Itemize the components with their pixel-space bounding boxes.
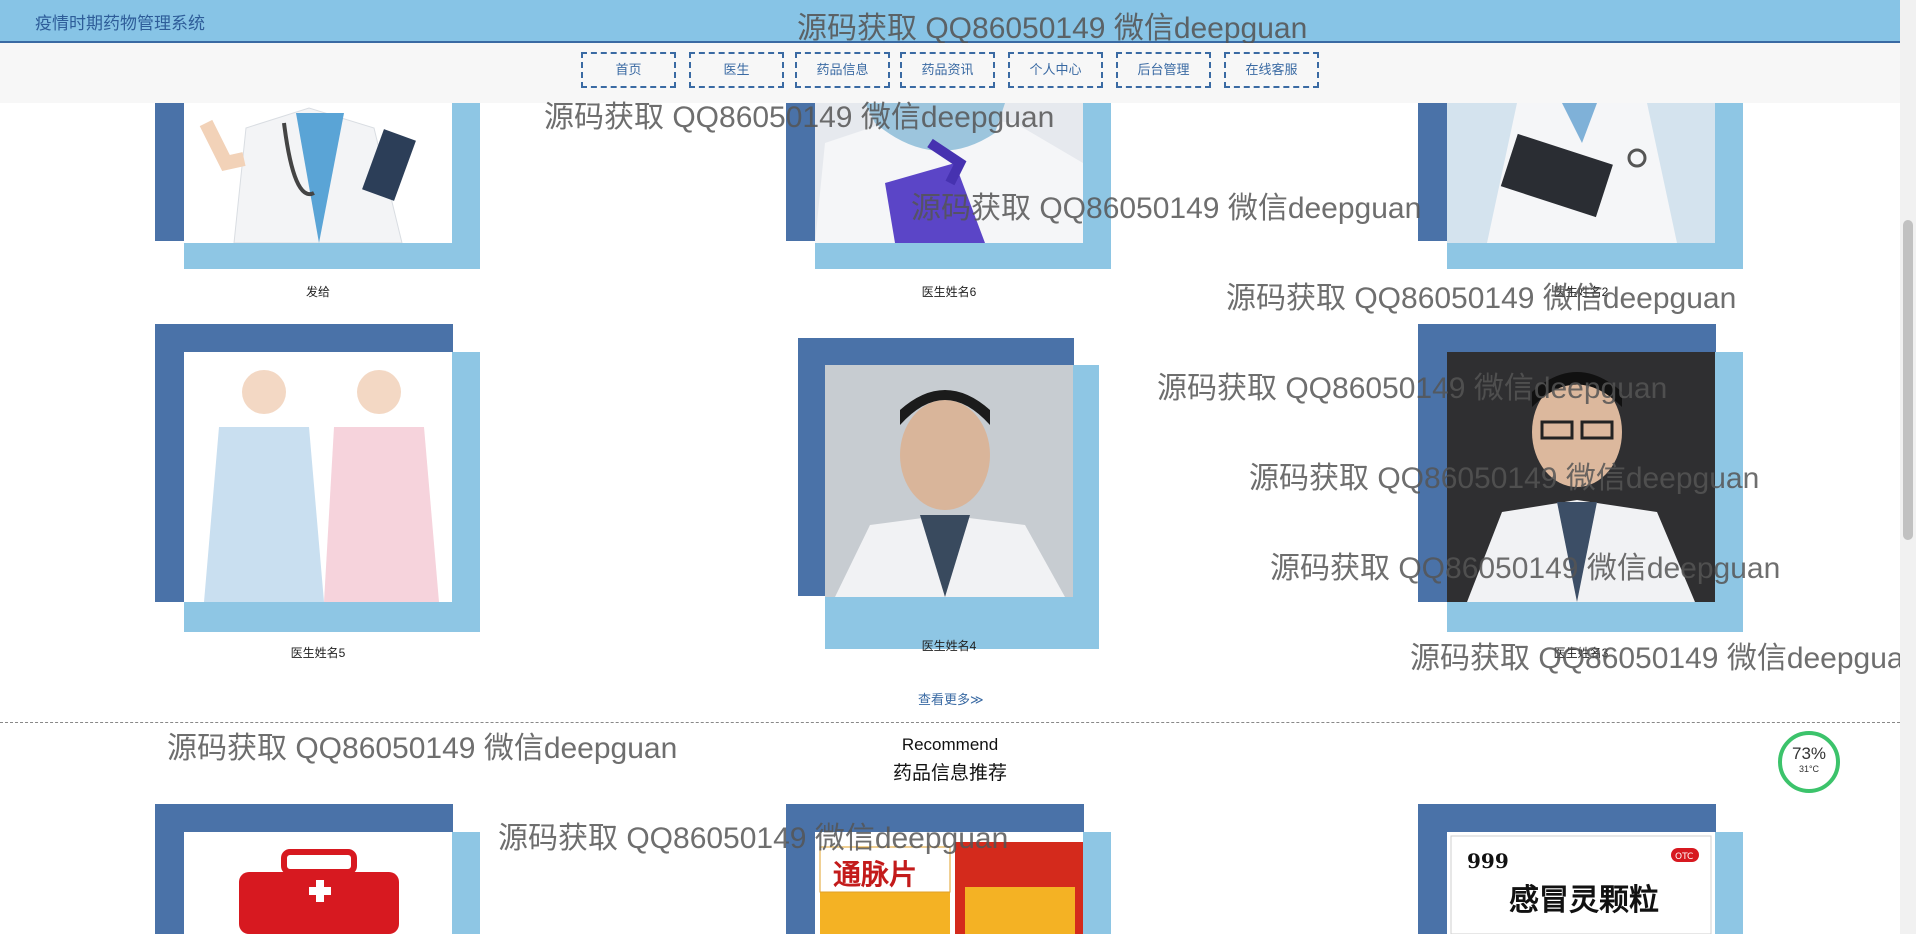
nav-online-service[interactable]: 在线客服 bbox=[1224, 52, 1319, 88]
doctor-photo[interactable] bbox=[184, 352, 452, 602]
doctor-photo[interactable] bbox=[815, 103, 1083, 243]
medicine-label-ganmao: 感冒灵颗粒 bbox=[1509, 883, 1659, 918]
temperature-widget[interactable]: 73% 31°C bbox=[1778, 731, 1840, 793]
nav-doctors[interactable]: 医生 bbox=[689, 52, 784, 88]
doctor-card[interactable]: 医生姓名5 bbox=[155, 324, 481, 664]
site-title[interactable]: 疫情时期药物管理系统 bbox=[35, 9, 205, 34]
doctor-card[interactable]: 发给 bbox=[155, 103, 481, 299]
doctor-card[interactable]: 医生姓名3 bbox=[1418, 324, 1744, 664]
medicine-photo[interactable] bbox=[184, 832, 452, 934]
doctor-name: 医生姓名4 bbox=[921, 639, 977, 653]
main-nav: 首页 医生 药品信息 药品资讯 个人中心 后台管理 在线客服 bbox=[0, 43, 1916, 103]
medicine-brand: 999 bbox=[1467, 849, 1509, 873]
scrollbar-thumb[interactable] bbox=[1903, 220, 1913, 540]
doctor-card[interactable]: 医生姓名2 bbox=[1418, 103, 1744, 299]
view-more-link[interactable]: 查看更多≫ bbox=[918, 689, 984, 708]
medicine-photo[interactable]: 999 OTC 感冒灵颗粒 bbox=[1447, 832, 1715, 934]
doctor-card[interactable]: 医生姓名4 bbox=[798, 338, 1100, 654]
nav-profile[interactable]: 个人中心 bbox=[1008, 52, 1103, 88]
doctor-photo[interactable] bbox=[184, 103, 452, 243]
section-divider bbox=[0, 722, 1900, 723]
doctor-name: 医生姓名6 bbox=[921, 285, 977, 299]
doctor-photo[interactable] bbox=[1447, 352, 1715, 602]
medicine-card[interactable]: 通脉片 bbox=[786, 804, 1112, 934]
nav-home[interactable]: 首页 bbox=[581, 52, 676, 88]
doctor-photo[interactable] bbox=[825, 365, 1073, 597]
doctor-photo[interactable] bbox=[1447, 103, 1715, 243]
medicine-label-tongmai: 通脉片 bbox=[833, 858, 917, 891]
watermark: 源码获取 QQ86050149 微信deepguan bbox=[797, 12, 1308, 45]
doctor-card[interactable]: 医生姓名6 bbox=[786, 103, 1112, 299]
medicine-photo[interactable]: 通脉片 bbox=[815, 832, 1083, 934]
recommend-title-cn: 药品信息推荐 bbox=[892, 763, 1007, 784]
nav-medicine-news[interactable]: 药品资讯 bbox=[900, 52, 995, 88]
doctor-name: 医生姓名2 bbox=[1553, 285, 1609, 299]
recommend-title-en: Recommend bbox=[901, 735, 999, 754]
doctor-name: 医生姓名3 bbox=[1553, 646, 1609, 660]
nav-admin[interactable]: 后台管理 bbox=[1116, 52, 1211, 88]
otc-badge: OTC bbox=[1675, 852, 1693, 862]
scrollbar[interactable] bbox=[1900, 0, 1916, 934]
medicine-card[interactable]: 999 OTC 感冒灵颗粒 bbox=[1418, 804, 1744, 934]
nav-medicine-info[interactable]: 药品信息 bbox=[795, 52, 890, 88]
temp-value: 31°C bbox=[1798, 764, 1820, 774]
doctor-name: 发给 bbox=[305, 285, 330, 299]
temp-percent: 73% bbox=[1791, 744, 1827, 763]
top-bar: 疫情时期药物管理系统 源码获取 QQ86050149 微信deepguan bbox=[0, 0, 1916, 45]
medicine-card[interactable] bbox=[155, 804, 481, 934]
doctor-name: 医生姓名5 bbox=[290, 646, 346, 660]
